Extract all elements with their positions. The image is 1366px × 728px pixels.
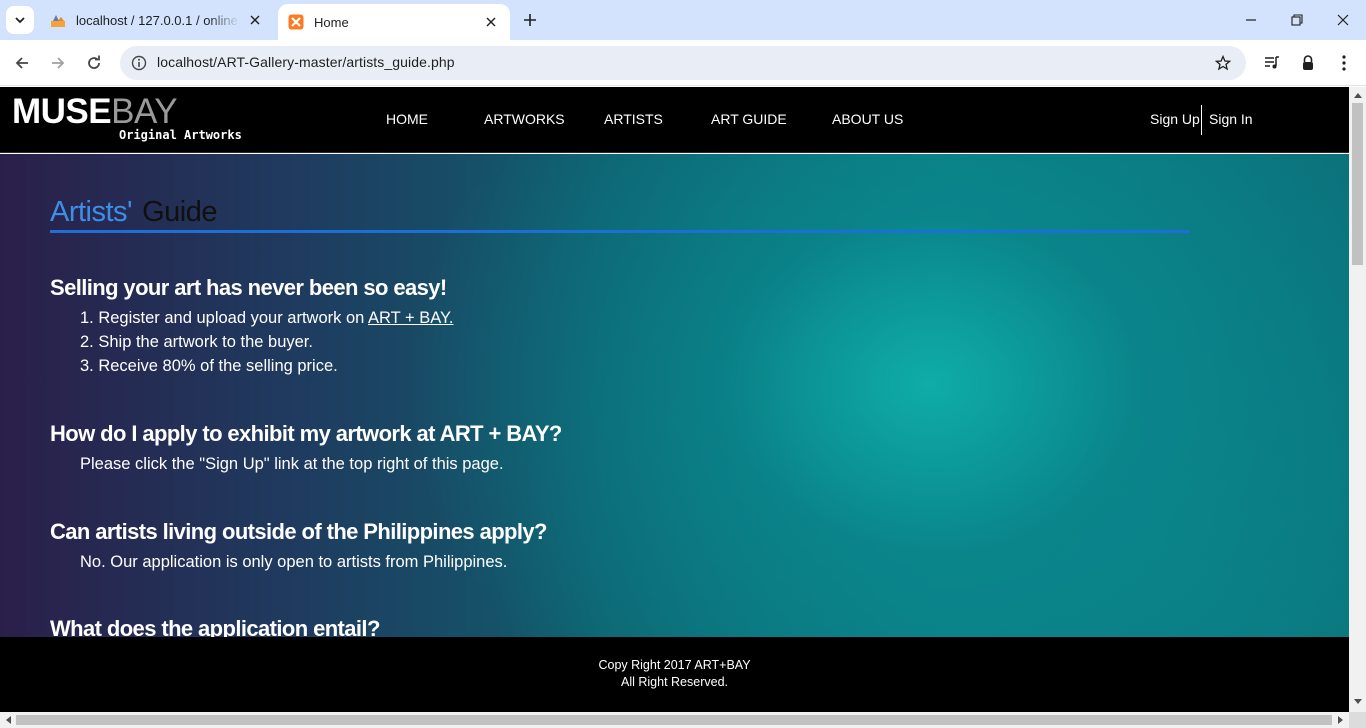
- page-title: Artists' Guide: [50, 196, 217, 229]
- vertical-scroll-thumb[interactable]: [1352, 103, 1363, 265]
- scroll-left-arrow-icon[interactable]: [1, 712, 15, 728]
- faq-question: Selling your art has never been so easy!: [50, 275, 447, 300]
- close-icon[interactable]: [246, 11, 264, 29]
- xampp-icon: [288, 14, 304, 30]
- scrollbar-corner: [1349, 712, 1366, 728]
- page-title-part1: Artists': [50, 196, 133, 228]
- scroll-down-arrow-icon[interactable]: [1349, 695, 1366, 709]
- tab-home[interactable]: Home: [278, 4, 510, 40]
- reload-icon: [88, 55, 100, 69]
- nav-about-us[interactable]: ABOUT US: [832, 111, 903, 127]
- lock-extension-icon: [1303, 55, 1313, 70]
- page-title-part2: Guide: [142, 196, 217, 228]
- minimize-icon: [1246, 19, 1256, 21]
- browser-tab-strip: localhost / 127.0.0.1 / online_art Home: [0, 0, 1366, 40]
- vertical-scrollbar[interactable]: [1349, 87, 1366, 712]
- media-control-button[interactable]: [1258, 49, 1286, 77]
- site-header: MUSEBAY Original Artworks HOME ARTWORKS …: [0, 87, 1349, 153]
- footer-rights: All Right Reserved.: [621, 675, 728, 689]
- back-arrow-icon: [15, 57, 28, 69]
- faq-question: What does the application entail?: [50, 616, 380, 637]
- faq-question: Can artists living outside of the Philip…: [50, 519, 547, 544]
- faq-answer: No. Our application is only open to arti…: [80, 553, 508, 571]
- close-icon[interactable]: [482, 13, 500, 31]
- auth-divider: [1201, 105, 1202, 135]
- logo-bay: BAY: [111, 92, 178, 131]
- page-viewport: MUSEBAY Original Artworks HOME ARTWORKS …: [0, 87, 1349, 712]
- restore-icon: [1291, 14, 1303, 26]
- horizontal-scroll-thumb[interactable]: [16, 715, 1332, 725]
- address-bar[interactable]: localhost/ART-Gallery-master/artists_gui…: [120, 46, 1246, 80]
- close-icon: [1337, 14, 1349, 26]
- extension-button[interactable]: [1294, 49, 1322, 77]
- faq-question: How do I apply to exhibit my artwork at …: [50, 421, 562, 446]
- horizontal-scrollbar[interactable]: [0, 712, 1349, 728]
- media-queue-icon: [1265, 56, 1279, 69]
- tab-title: localhost / 127.0.0.1 / online_art: [76, 12, 240, 28]
- plus-icon: [524, 14, 536, 26]
- faq-list-item: 2. Ship the artwork to the buyer.: [80, 333, 313, 351]
- tab-search-button[interactable]: [6, 6, 34, 34]
- site-info-icon[interactable]: [130, 54, 148, 72]
- close-window-button[interactable]: [1320, 0, 1366, 40]
- site-logo[interactable]: MUSEBAY Original Artworks: [12, 92, 242, 143]
- tab-title: Home: [314, 14, 349, 30]
- tab-phpmyadmin[interactable]: localhost / 127.0.0.1 / online_art: [40, 0, 274, 40]
- main-content: Artists' Guide Selling your art has never…: [0, 154, 1349, 637]
- forward-button[interactable]: [44, 49, 72, 77]
- nav-artworks[interactable]: ARTWORKS: [484, 111, 565, 127]
- nav-home[interactable]: HOME: [386, 111, 428, 127]
- phpmyadmin-icon: [50, 12, 66, 28]
- sign-in-link[interactable]: Sign In: [1209, 111, 1253, 127]
- minimize-button[interactable]: [1228, 0, 1274, 40]
- forward-arrow-icon: [52, 57, 65, 69]
- kebab-menu-icon: [1342, 55, 1346, 71]
- bookmark-star-icon[interactable]: [1214, 54, 1232, 72]
- faq-answer: Please click the "Sign Up" link at the t…: [80, 455, 504, 473]
- faq-list-item: 1. Register and upload your artwork on A…: [80, 309, 453, 328]
- footer-copyright: Copy Right 2017 ART+BAY: [598, 658, 751, 672]
- nav-artists[interactable]: ARTISTS: [604, 111, 663, 127]
- scroll-right-arrow-icon[interactable]: [1334, 712, 1348, 728]
- reload-button[interactable]: [80, 49, 108, 77]
- restore-button[interactable]: [1274, 0, 1320, 40]
- browser-toolbar: localhost/ART-Gallery-master/artists_gui…: [0, 40, 1366, 86]
- list-item-text: 1. Register and upload your artwork on: [80, 309, 369, 327]
- faq-list-item: 3. Receive 80% of the selling price.: [80, 357, 338, 375]
- new-tab-button[interactable]: [518, 8, 542, 32]
- title-divider: [50, 230, 1190, 233]
- logo-muse: MUSE: [12, 92, 112, 131]
- logo-subtitle: Original Artworks: [119, 128, 242, 142]
- url-text[interactable]: localhost/ART-Gallery-master/artists_gui…: [157, 54, 455, 70]
- art-bay-link[interactable]: ART + BAY.: [368, 309, 453, 327]
- browser-menu-button[interactable]: [1330, 49, 1358, 77]
- site-footer: Copy Right 2017 ART+BAY All Right Reserv…: [0, 637, 1349, 712]
- nav-art-guide[interactable]: ART GUIDE: [711, 111, 787, 127]
- chevron-down-icon: [15, 17, 25, 24]
- back-button[interactable]: [8, 49, 36, 77]
- sign-up-link[interactable]: Sign Up: [1150, 111, 1200, 127]
- scroll-up-arrow-icon[interactable]: [1349, 88, 1366, 102]
